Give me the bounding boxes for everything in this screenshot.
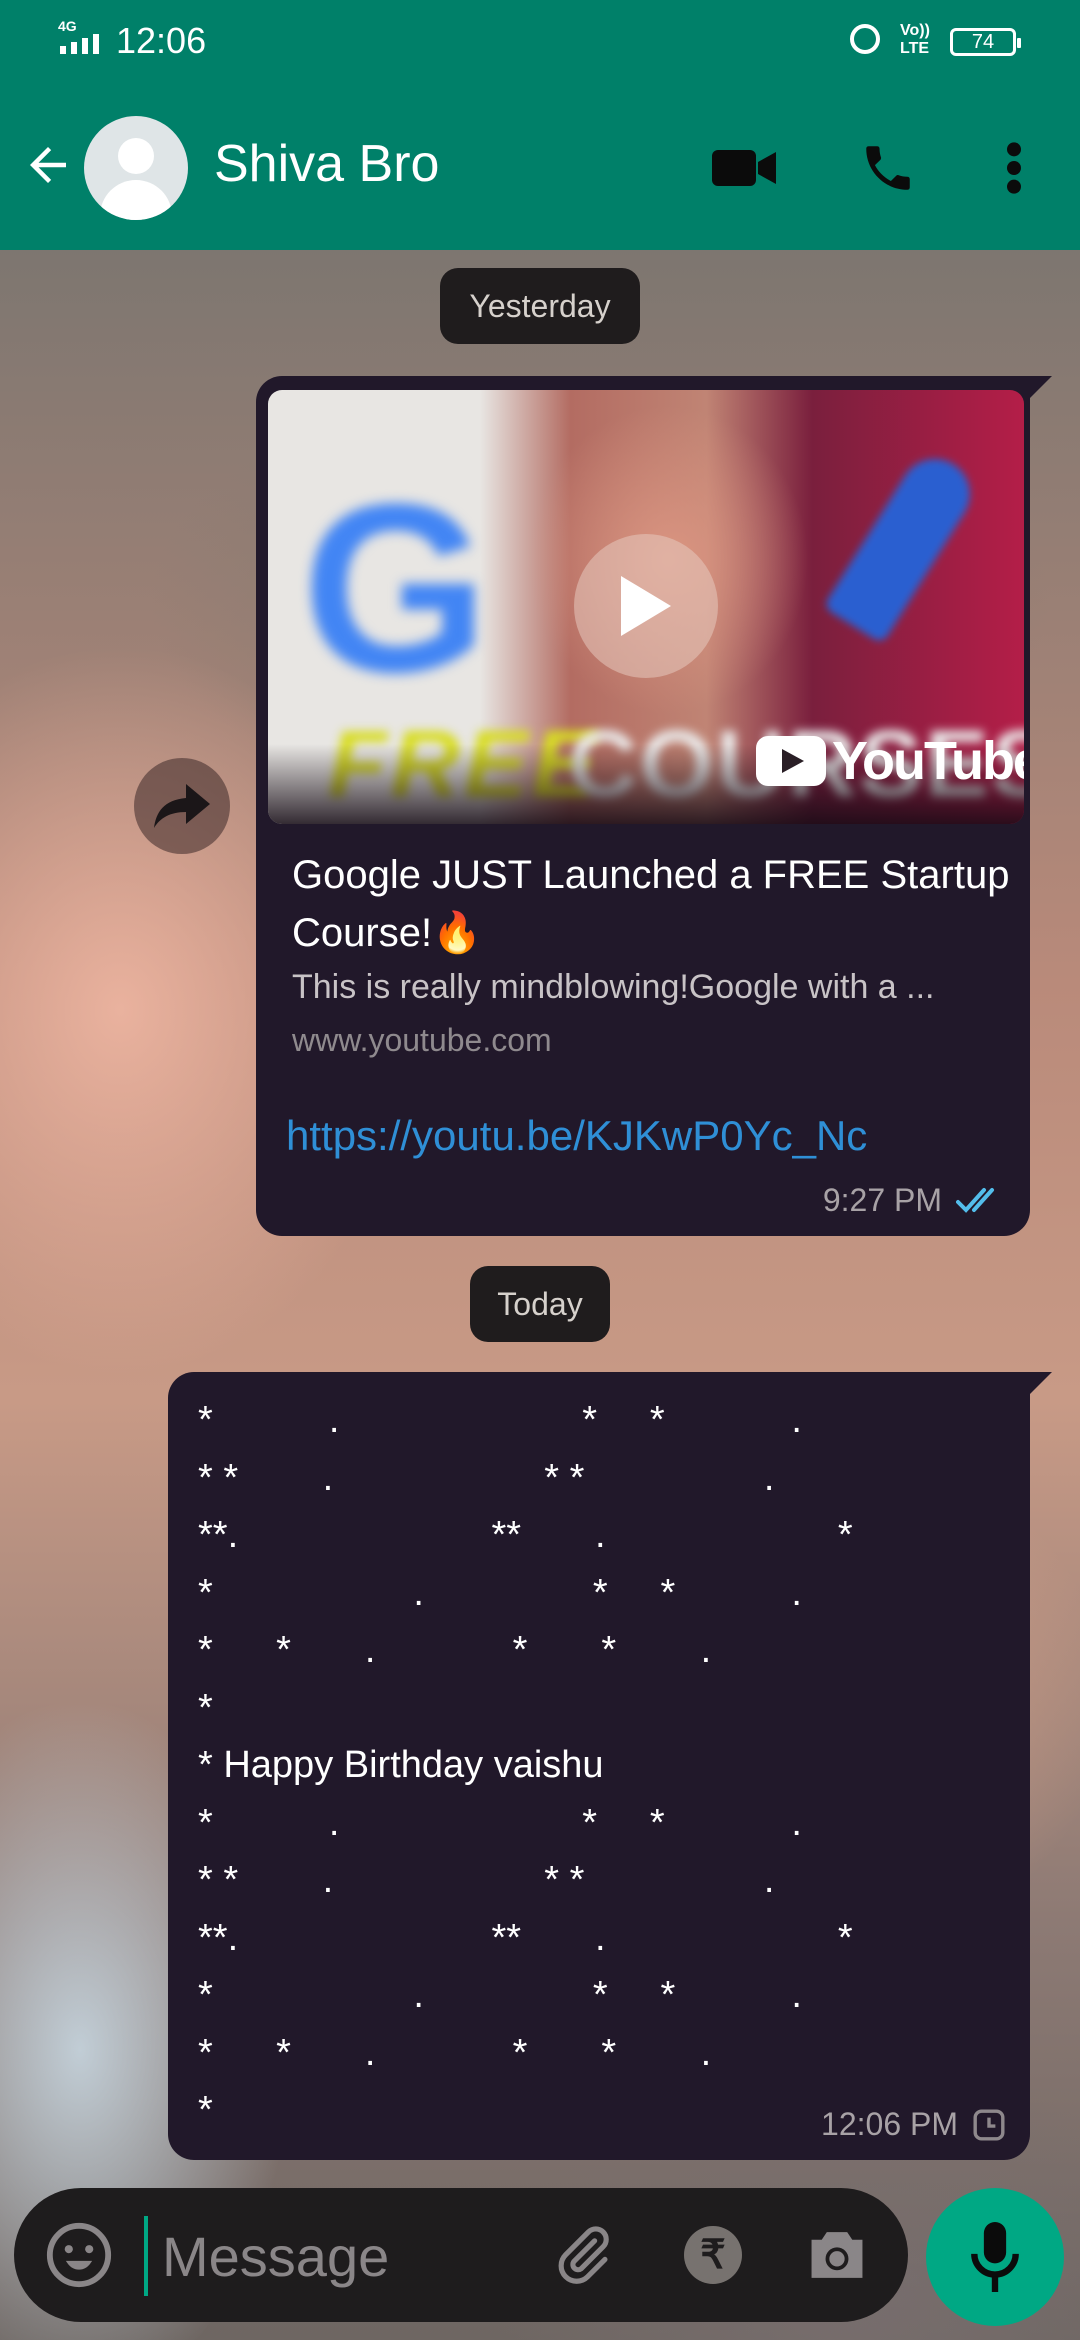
youtube-play-icon [756, 736, 826, 786]
battery-icon: 74 [950, 28, 1021, 56]
contact-name[interactable]: Shiva Bro [214, 134, 439, 194]
video-call-button[interactable] [704, 128, 784, 208]
emoji-button[interactable] [44, 2220, 114, 2290]
alarm-icon [850, 24, 880, 54]
google-logo-icon: G [302, 454, 489, 722]
mic-icon [971, 2222, 1019, 2292]
status-time: 12:06 [116, 20, 207, 61]
app-bar: 4G 12:06 Vo)) LTE 74 Shiva Bro [0, 0, 1080, 250]
message-input[interactable] [144, 2216, 522, 2296]
attach-icon [558, 2226, 609, 2284]
message-link[interactable]: https://youtu.be/KJKwP0Yc_Nc [286, 1112, 867, 1160]
date-chip-today: Today [470, 1266, 610, 1342]
message-meta: 12:06 PM [821, 2106, 1006, 2143]
status-bar: 4G 12:06 Vo)) LTE 74 [0, 0, 1080, 80]
message-composer: ₹ [14, 2188, 908, 2322]
back-button[interactable] [18, 130, 78, 200]
phone-icon [866, 146, 910, 190]
camera-icon [811, 2232, 863, 2278]
message-time: 9:27 PM [822, 1182, 942, 1218]
video-call-icon [712, 150, 776, 186]
rocket-icon [822, 445, 984, 645]
message-text: * . * * . * * . * * . **. ** . * * . * *… [198, 1399, 853, 2131]
play-button[interactable] [574, 534, 718, 678]
voice-call-button[interactable] [848, 128, 928, 208]
link-description: This is really mindblowing!Google with a… [292, 968, 935, 1006]
link-domain: www.youtube.com [292, 1022, 552, 1058]
more-vert-icon [1007, 142, 1021, 194]
avatar[interactable] [84, 116, 188, 220]
birthday-message-bubble[interactable]: * . * * . * * . * * . **. ** . * * . * *… [168, 1372, 1052, 2160]
signal-icon [60, 34, 99, 54]
volte-icon: Vo)) LTE [900, 22, 930, 57]
network-type: 4G [58, 18, 77, 34]
mic-button[interactable] [926, 2188, 1064, 2326]
back-arrow-icon [30, 147, 66, 183]
camera-button[interactable] [800, 2218, 874, 2292]
forward-icon [154, 784, 210, 828]
video-thumbnail[interactable]: G FREE COURSES YouTube [268, 390, 1024, 824]
message-meta: 9:27 PM [823, 1182, 1006, 1219]
youtube-wordmark: YouTube [832, 731, 1024, 791]
play-icon [621, 576, 671, 636]
forward-button[interactable] [134, 758, 230, 854]
more-options-button[interactable] [974, 128, 1054, 208]
youtube-badge: YouTube [756, 730, 1024, 792]
emoji-icon [46, 2222, 112, 2288]
message-time: 12:06 PM [821, 2106, 958, 2142]
payment-button[interactable]: ₹ [676, 2218, 750, 2292]
double-check-icon [956, 1187, 994, 1213]
link-message-bubble[interactable]: G FREE COURSES YouTube Google JUST Launc… [256, 376, 1052, 1236]
clock-pending-icon [973, 2108, 1005, 2141]
date-chip-yesterday: Yesterday [440, 268, 640, 344]
rupee-payment-icon: ₹ [684, 2226, 742, 2284]
attach-button[interactable] [546, 2218, 620, 2292]
link-title[interactable]: Google JUST Launched a FREE Startup Cour… [292, 846, 1012, 962]
